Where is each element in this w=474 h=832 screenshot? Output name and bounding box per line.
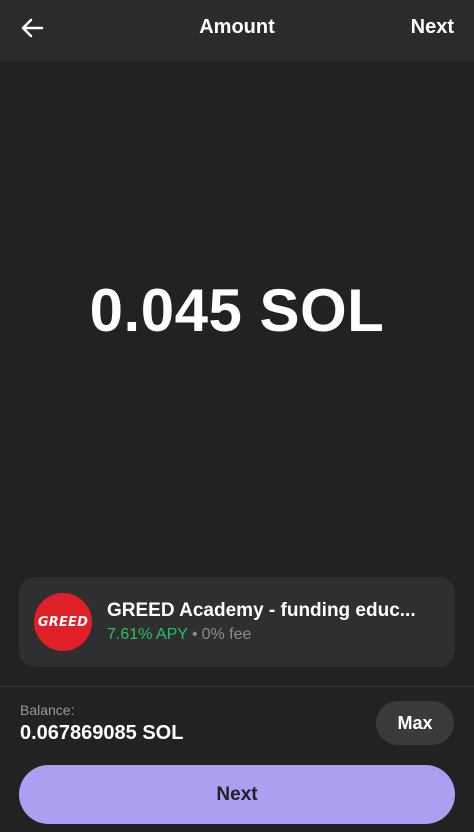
validator-meta: 7.61% APY • 0% fee bbox=[107, 626, 251, 644]
max-button[interactable]: Max bbox=[376, 701, 454, 745]
header-next-button[interactable]: Next bbox=[411, 16, 454, 39]
validator-name: GREED Academy - funding educ... bbox=[107, 600, 416, 621]
meta-separator: • bbox=[191, 626, 198, 643]
page-title: Amount bbox=[199, 16, 275, 38]
validator-fee: 0% fee bbox=[201, 626, 252, 643]
validator-logo: GREED bbox=[34, 593, 92, 651]
balance-value: 0.067869085 SOL bbox=[20, 722, 184, 744]
amount-display[interactable]: 0.045 SOL bbox=[0, 276, 474, 345]
next-button[interactable]: Next bbox=[19, 765, 455, 824]
top-bar: Amount Next bbox=[0, 0, 474, 62]
validator-logo-text: GREED bbox=[37, 614, 89, 630]
divider bbox=[0, 686, 474, 687]
validator-card[interactable]: GREED GREED Academy - funding educ... 7.… bbox=[19, 577, 455, 667]
balance-label: Balance: bbox=[20, 702, 75, 718]
validator-apy: 7.61% APY bbox=[107, 626, 188, 643]
